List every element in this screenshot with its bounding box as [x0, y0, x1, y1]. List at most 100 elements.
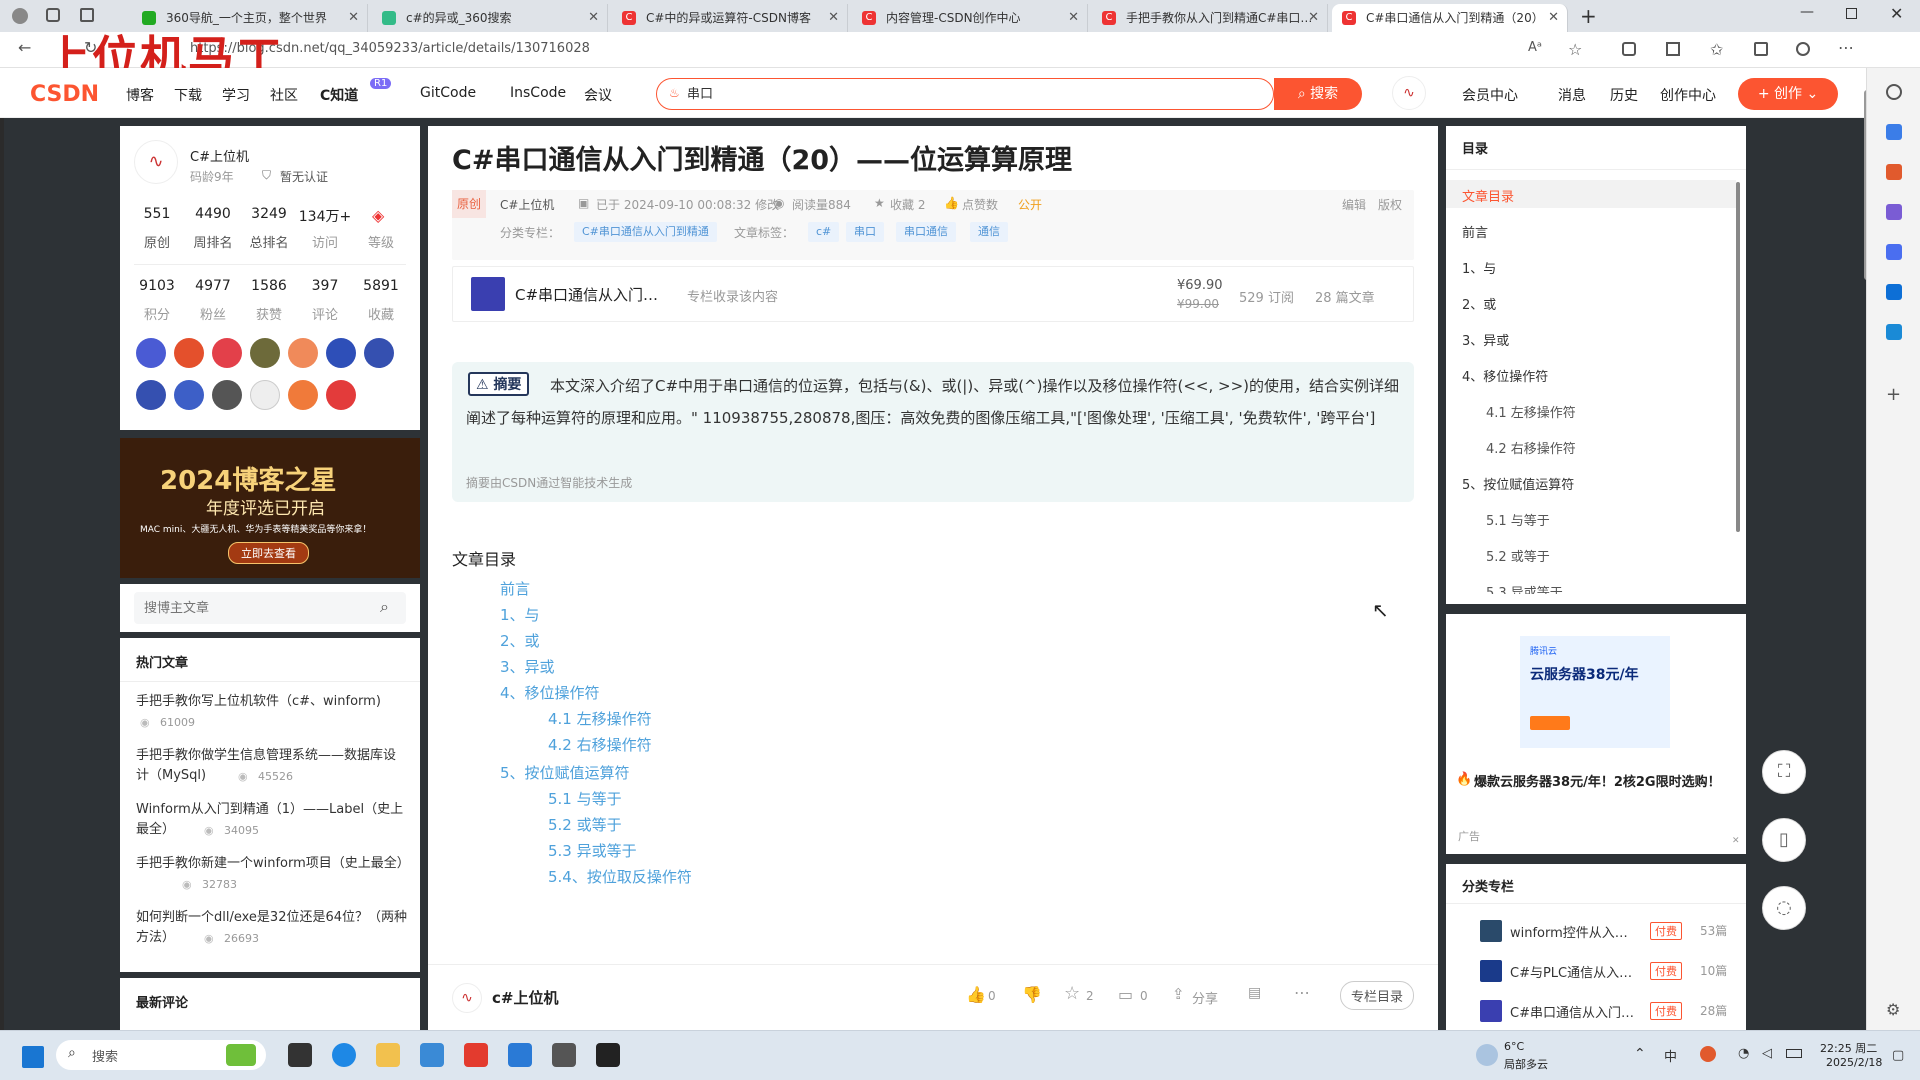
tag-chip[interactable]: c#: [808, 222, 840, 242]
collections-icon[interactable]: [1754, 42, 1768, 56]
nav-learn[interactable]: 学习: [222, 85, 250, 105]
windows-start-icon[interactable]: [22, 1046, 44, 1068]
tab-close-icon[interactable]: ✕: [1308, 4, 1319, 32]
calculator-icon[interactable]: [552, 1043, 576, 1067]
nav-cknow[interactable]: C知道: [320, 85, 358, 105]
badge-icon[interactable]: [174, 338, 204, 368]
nav-meeting[interactable]: 会议: [584, 85, 612, 105]
wifi-icon[interactable]: ◔: [1738, 1046, 1749, 1061]
badge-icon[interactable]: [288, 380, 318, 410]
tab-close-icon[interactable]: ✕: [1068, 4, 1079, 32]
blog-search-input[interactable]: [144, 600, 364, 615]
more-menu-icon[interactable]: ⋯: [1838, 38, 1854, 57]
column-item-name[interactable]: winform控件从入…: [1510, 922, 1628, 941]
app-icon[interactable]: [508, 1043, 532, 1067]
extensions-icon[interactable]: [1622, 42, 1636, 56]
restore-icon[interactable]: [1846, 8, 1857, 19]
footer-author[interactable]: c#上位机: [492, 987, 558, 1008]
nav-messages[interactable]: 消息: [1558, 85, 1586, 105]
right-toc-item[interactable]: 4.1 左移操作符: [1486, 402, 1576, 421]
nav-vip[interactable]: 会员中心: [1462, 85, 1518, 105]
browser-essentials-icon[interactable]: [1796, 42, 1810, 56]
volume-icon[interactable]: ◁: [1762, 1046, 1772, 1061]
nav-gitcode[interactable]: GitCode: [420, 85, 476, 101]
badge-icon[interactable]: [250, 338, 280, 368]
vertical-tabs-icon[interactable]: [80, 8, 94, 22]
badge-icon[interactable]: [212, 380, 242, 410]
dislike-icon[interactable]: 👎: [1022, 985, 1042, 1004]
edge-send-icon[interactable]: [1886, 324, 1902, 340]
browser-tab-2[interactable]: c#的异或_360搜索 ✕: [372, 4, 608, 32]
nav-download[interactable]: 下载: [174, 85, 202, 105]
edge-settings-icon[interactable]: ⚙: [1886, 1000, 1900, 1019]
workspaces-icon[interactable]: [46, 8, 60, 22]
hot-article-link[interactable]: 如何判断一个dll/exe是32位还是64位？（两种方法）: [136, 908, 408, 948]
badge-icon[interactable]: [174, 380, 204, 410]
right-toc-item[interactable]: 3、异或: [1462, 330, 1509, 349]
column-tag[interactable]: C#串口通信从入门到精通: [574, 222, 717, 242]
favorite-star-icon[interactable]: ☆: [1568, 40, 1582, 59]
tag-chip[interactable]: 通信: [970, 222, 1008, 242]
share-icon[interactable]: ⇪: [1172, 985, 1185, 1003]
edge-shopping-icon[interactable]: [1886, 124, 1902, 140]
right-toc-item[interactable]: 1、与: [1462, 258, 1496, 277]
favorites-icon[interactable]: ✩: [1710, 40, 1723, 59]
edge-search-icon[interactable]: [1886, 84, 1902, 100]
weather-temp[interactable]: 6°C: [1504, 1040, 1524, 1053]
badge-icon[interactable]: [288, 338, 318, 368]
browser-tab-6[interactable]: C C#串口通信从入门到精通（20） ✕: [1332, 4, 1568, 32]
weather-desc[interactable]: 局部多云: [1504, 1056, 1548, 1072]
notification-icon[interactable]: ▢: [1892, 1048, 1904, 1063]
search-icon[interactable]: ⌕: [380, 597, 389, 617]
toc-link[interactable]: 4.1 左移操作符: [548, 708, 652, 729]
camera-app-icon[interactable]: [596, 1043, 620, 1067]
taskbar-search[interactable]: ⌕ 搜索: [56, 1040, 266, 1070]
close-window-icon[interactable]: ✕: [1890, 4, 1903, 23]
toc-link[interactable]: 前言: [500, 578, 530, 599]
browser-tab-5[interactable]: C 手把手教你从入门到精通C#串口… ✕: [1092, 4, 1328, 32]
more-icon[interactable]: ⋯: [1294, 983, 1310, 1002]
author-avatar[interactable]: ∿: [134, 140, 178, 184]
right-toc-item[interactable]: 4、移位操作符: [1462, 366, 1548, 385]
edge-tools-icon[interactable]: [1886, 164, 1902, 180]
tab-close-icon[interactable]: ✕: [348, 4, 359, 32]
toc-link[interactable]: 5.3 异或等于: [548, 840, 637, 861]
ad-text[interactable]: 爆款云服务器38元/年！2核2G限时选购！: [1456, 772, 1736, 794]
customer-service-button[interactable]: ◌: [1762, 886, 1806, 930]
banner-button[interactable]: 立即去查看: [228, 542, 309, 564]
toc-link[interactable]: 5、按位赋值运算符: [500, 762, 630, 783]
file-explorer-icon[interactable]: [376, 1043, 400, 1067]
tray-app-icon[interactable]: [1700, 1046, 1716, 1062]
toc-link[interactable]: 5.1 与等于: [548, 788, 622, 809]
column-toc-button[interactable]: 专栏目录: [1340, 981, 1415, 1010]
tag-chip[interactable]: 串口通信: [896, 222, 956, 242]
create-button[interactable]: + 创作 ⌄: [1738, 78, 1838, 110]
author-name[interactable]: C#上位机: [190, 146, 249, 165]
right-toc-item[interactable]: 前言: [1462, 222, 1488, 241]
nav-blog[interactable]: 博客: [126, 85, 154, 105]
edge-games-icon[interactable]: [1886, 204, 1902, 220]
profile-icon[interactable]: [12, 8, 28, 24]
nav-community[interactable]: 社区: [270, 85, 298, 105]
tab-close-icon[interactable]: ✕: [828, 4, 839, 32]
badge-icon[interactable]: [212, 338, 242, 368]
task-view-icon[interactable]: [288, 1043, 312, 1067]
like-icon[interactable]: 👍: [966, 985, 986, 1004]
fullscreen-button[interactable]: ⛶: [1762, 750, 1806, 794]
right-toc-item[interactable]: 5.1 与等于: [1486, 510, 1550, 529]
nav-inscode[interactable]: InsCode: [510, 85, 566, 101]
toc-link[interactable]: 5.4、按位取反操作符: [548, 866, 692, 887]
copyright-link[interactable]: 版权: [1378, 196, 1402, 213]
right-toc-item[interactable]: 4.2 右移操作符: [1486, 438, 1576, 457]
article-author[interactable]: C#上位机: [500, 196, 554, 213]
nav-creator-center[interactable]: 创作中心: [1660, 85, 1716, 105]
blogstar-banner[interactable]: 2024博客之星 年度评选已开启 MAC mini、大疆无人机、华为手表等精美奖…: [120, 438, 420, 578]
right-toc-item[interactable]: 5.3 异或等于: [1486, 582, 1563, 594]
edge-office-icon[interactable]: [1886, 244, 1902, 260]
tab-close-icon[interactable]: ✕: [1548, 4, 1559, 32]
browser-tab-4[interactable]: C 内容管理-CSDN创作中心 ✕: [852, 4, 1088, 32]
mobile-view-button[interactable]: ▯: [1762, 818, 1806, 862]
toc-link[interactable]: 3、异或: [500, 656, 555, 677]
right-toc-item[interactable]: 5、按位赋值运算符: [1462, 474, 1574, 493]
minimize-icon[interactable]: —: [1800, 4, 1814, 20]
